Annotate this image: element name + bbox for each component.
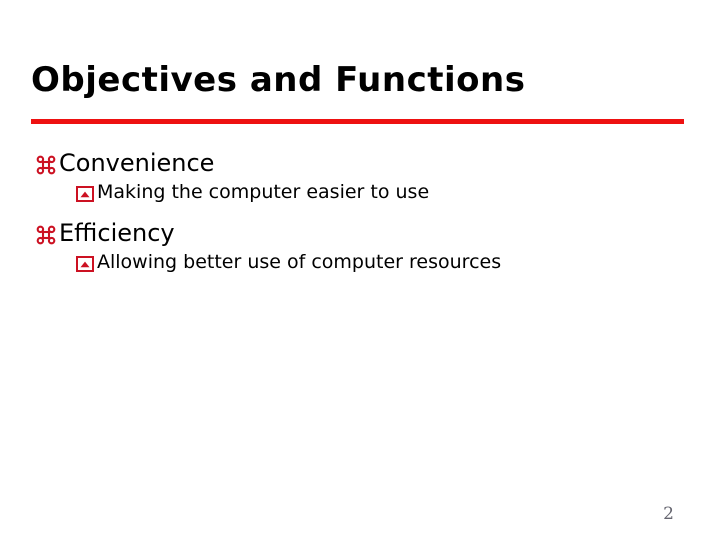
title-divider-rule	[31, 119, 684, 124]
page-number: 2	[663, 504, 674, 524]
list-item: Allowing better use of computer resource…	[0, 250, 720, 274]
boxed-chevron-bullet-icon	[76, 253, 97, 277]
boxed-chevron-bullet-icon	[76, 183, 97, 207]
slide: Objectives and Functions Convenience Mak…	[0, 0, 720, 540]
page-title: Objectives and Functions	[31, 60, 526, 100]
place-of-interest-bullet-icon	[36, 219, 58, 249]
list-item: Making the computer easier to use	[0, 180, 720, 204]
list-item-label: Making the computer easier to use	[97, 181, 430, 203]
list-item-label: Allowing better use of computer resource…	[97, 251, 502, 273]
place-of-interest-bullet-icon	[36, 149, 58, 179]
list-item: Convenience	[0, 148, 720, 178]
list-item: Efficiency	[0, 218, 720, 248]
list-item-label: Efficiency	[59, 219, 175, 247]
bullet-list: Convenience Making the computer easier t…	[0, 148, 720, 278]
list-item-label: Convenience	[59, 149, 215, 177]
